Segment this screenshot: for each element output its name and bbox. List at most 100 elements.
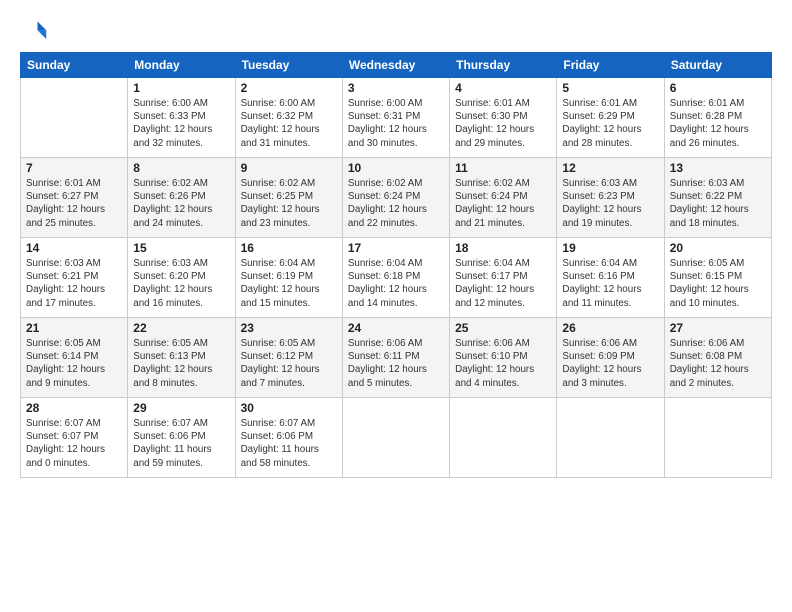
calendar-cell: 7Sunrise: 6:01 AM Sunset: 6:27 PM Daylig… [21,158,128,238]
logo-area [20,18,52,46]
cell-info: Sunrise: 6:05 AM Sunset: 6:14 PM Dayligh… [26,337,122,390]
calendar-table: SundayMondayTuesdayWednesdayThursdayFrid… [20,52,772,478]
cell-day-number: 22 [133,321,229,335]
cell-info: Sunrise: 6:04 AM Sunset: 6:17 PM Dayligh… [455,257,551,310]
cell-day-number: 19 [562,241,658,255]
calendar-cell: 15 Sunrise: 6:03 AM Sunset: 6:20 PM Dayli… [128,238,235,318]
cell-day-number: 27 [670,321,766,335]
calendar-cell: 8Sunrise: 6:02 AM Sunset: 6:26 PM Daylig… [128,158,235,238]
calendar-cell: 2 Sunrise: 6:00 AM Sunset: 6:32 PM Daylig… [235,78,342,158]
calendar-cell: 24 Sunrise: 6:06 AM Sunset: 6:11 PM Dayli… [342,318,449,398]
cell-day-number: 11 [455,161,551,175]
cell-info: Sunrise: 6:01 AM Sunset: 6:29 PM Dayligh… [562,97,658,150]
calendar-cell [450,398,557,478]
calendar-cell: 17 Sunrise: 6:04 AM Sunset: 6:18 PM Dayli… [342,238,449,318]
calendar-cell: 5Sunrise: 6:01 AM Sunset: 6:29 PM Daylig… [557,78,664,158]
cell-info: Sunrise: 6:06 AM Sunset: 6:08 PM Dayligh… [670,337,766,390]
cell-info: Sunrise: 6:01 AM Sunset: 6:30 PM Dayligh… [455,97,551,150]
week-row-4: 28 Sunrise: 6:07 AM Sunset: 6:07 PM Dayli… [21,398,772,478]
cell-info: Sunrise: 6:04 AM Sunset: 6:19 PM Dayligh… [241,257,337,310]
weekday-header-row: SundayMondayTuesdayWednesdayThursdayFrid… [21,53,772,78]
calendar-cell: 10Sunrise: 6:02 AM Sunset: 6:24 PM Dayli… [342,158,449,238]
calendar-cell: 20Sunrise: 6:05 AM Sunset: 6:15 PM Dayli… [664,238,771,318]
weekday-header-thursday: Thursday [450,53,557,78]
cell-info: Sunrise: 6:01 AM Sunset: 6:28 PM Dayligh… [670,97,766,150]
calendar-cell: 19 Sunrise: 6:04 AM Sunset: 6:16 PM Dayli… [557,238,664,318]
cell-day-number: 21 [26,321,122,335]
cell-info: Sunrise: 6:05 AM Sunset: 6:12 PM Dayligh… [241,337,337,390]
cell-day-number: 17 [348,241,444,255]
cell-day-number: 28 [26,401,122,415]
cell-info: Sunrise: 6:02 AM Sunset: 6:24 PM Dayligh… [455,177,551,230]
cell-day-number: 6 [670,81,766,95]
cell-day-number: 24 [348,321,444,335]
calendar-cell: 27 Sunrise: 6:06 AM Sunset: 6:08 PM Dayli… [664,318,771,398]
cell-day-number: 13 [670,161,766,175]
cell-info: Sunrise: 6:00 AM Sunset: 6:31 PM Dayligh… [348,97,444,150]
weekday-header-tuesday: Tuesday [235,53,342,78]
week-row-1: 7Sunrise: 6:01 AM Sunset: 6:27 PM Daylig… [21,158,772,238]
weekday-header-wednesday: Wednesday [342,53,449,78]
cell-info: Sunrise: 6:03 AM Sunset: 6:21 PM Dayligh… [26,257,122,310]
cell-info: Sunrise: 6:04 AM Sunset: 6:18 PM Dayligh… [348,257,444,310]
calendar-cell: 16 Sunrise: 6:04 AM Sunset: 6:19 PM Dayli… [235,238,342,318]
weekday-header-monday: Monday [128,53,235,78]
week-row-3: 21 Sunrise: 6:05 AM Sunset: 6:14 PM Dayli… [21,318,772,398]
cell-day-number: 30 [241,401,337,415]
weekday-header-friday: Friday [557,53,664,78]
cell-info: Sunrise: 6:02 AM Sunset: 6:24 PM Dayligh… [348,177,444,230]
page: SundayMondayTuesdayWednesdayThursdayFrid… [0,0,792,612]
calendar-cell: 1 Sunrise: 6:00 AM Sunset: 6:33 PM Daylig… [128,78,235,158]
cell-info: Sunrise: 6:03 AM Sunset: 6:22 PM Dayligh… [670,177,766,230]
cell-day-number: 18 [455,241,551,255]
cell-info: Sunrise: 6:03 AM Sunset: 6:20 PM Dayligh… [133,257,229,310]
week-row-0: 1 Sunrise: 6:00 AM Sunset: 6:33 PM Daylig… [21,78,772,158]
cell-info: Sunrise: 6:02 AM Sunset: 6:25 PM Dayligh… [241,177,337,230]
cell-info: Sunrise: 6:07 AM Sunset: 6:06 PM Dayligh… [241,417,337,470]
calendar-cell: 14 Sunrise: 6:03 AM Sunset: 6:21 PM Dayli… [21,238,128,318]
cell-info: Sunrise: 6:00 AM Sunset: 6:33 PM Dayligh… [133,97,229,150]
cell-day-number: 4 [455,81,551,95]
cell-day-number: 26 [562,321,658,335]
cell-info: Sunrise: 6:05 AM Sunset: 6:13 PM Dayligh… [133,337,229,390]
cell-info: Sunrise: 6:05 AM Sunset: 6:15 PM Dayligh… [670,257,766,310]
calendar-cell: 26 Sunrise: 6:06 AM Sunset: 6:09 PM Dayli… [557,318,664,398]
cell-day-number: 29 [133,401,229,415]
calendar-cell: 23 Sunrise: 6:05 AM Sunset: 6:12 PM Dayli… [235,318,342,398]
calendar-cell [342,398,449,478]
cell-day-number: 14 [26,241,122,255]
cell-day-number: 16 [241,241,337,255]
calendar-cell [21,78,128,158]
cell-info: Sunrise: 6:01 AM Sunset: 6:27 PM Dayligh… [26,177,122,230]
calendar-cell: 6 Sunrise: 6:01 AM Sunset: 6:28 PM Daylig… [664,78,771,158]
cell-day-number: 15 [133,241,229,255]
calendar-cell: 28 Sunrise: 6:07 AM Sunset: 6:07 PM Dayli… [21,398,128,478]
cell-day-number: 25 [455,321,551,335]
calendar-cell: 21 Sunrise: 6:05 AM Sunset: 6:14 PM Dayli… [21,318,128,398]
calendar-cell: 11 Sunrise: 6:02 AM Sunset: 6:24 PM Dayli… [450,158,557,238]
header [20,18,772,46]
cell-day-number: 12 [562,161,658,175]
cell-day-number: 9 [241,161,337,175]
cell-info: Sunrise: 6:04 AM Sunset: 6:16 PM Dayligh… [562,257,658,310]
logo-icon [20,18,48,46]
weekday-header-sunday: Sunday [21,53,128,78]
cell-day-number: 2 [241,81,337,95]
weekday-header-saturday: Saturday [664,53,771,78]
cell-day-number: 23 [241,321,337,335]
calendar-cell [664,398,771,478]
calendar-cell: 12 Sunrise: 6:03 AM Sunset: 6:23 PM Dayli… [557,158,664,238]
calendar-cell: 3 Sunrise: 6:00 AM Sunset: 6:31 PM Daylig… [342,78,449,158]
cell-day-number: 3 [348,81,444,95]
cell-info: Sunrise: 6:06 AM Sunset: 6:10 PM Dayligh… [455,337,551,390]
cell-info: Sunrise: 6:07 AM Sunset: 6:06 PM Dayligh… [133,417,229,470]
cell-day-number: 1 [133,81,229,95]
week-row-2: 14 Sunrise: 6:03 AM Sunset: 6:21 PM Dayli… [21,238,772,318]
cell-info: Sunrise: 6:07 AM Sunset: 6:07 PM Dayligh… [26,417,122,470]
calendar-cell: 25 Sunrise: 6:06 AM Sunset: 6:10 PM Dayli… [450,318,557,398]
cell-day-number: 8 [133,161,229,175]
cell-info: Sunrise: 6:06 AM Sunset: 6:11 PM Dayligh… [348,337,444,390]
cell-info: Sunrise: 6:06 AM Sunset: 6:09 PM Dayligh… [562,337,658,390]
cell-info: Sunrise: 6:03 AM Sunset: 6:23 PM Dayligh… [562,177,658,230]
cell-info: Sunrise: 6:00 AM Sunset: 6:32 PM Dayligh… [241,97,337,150]
